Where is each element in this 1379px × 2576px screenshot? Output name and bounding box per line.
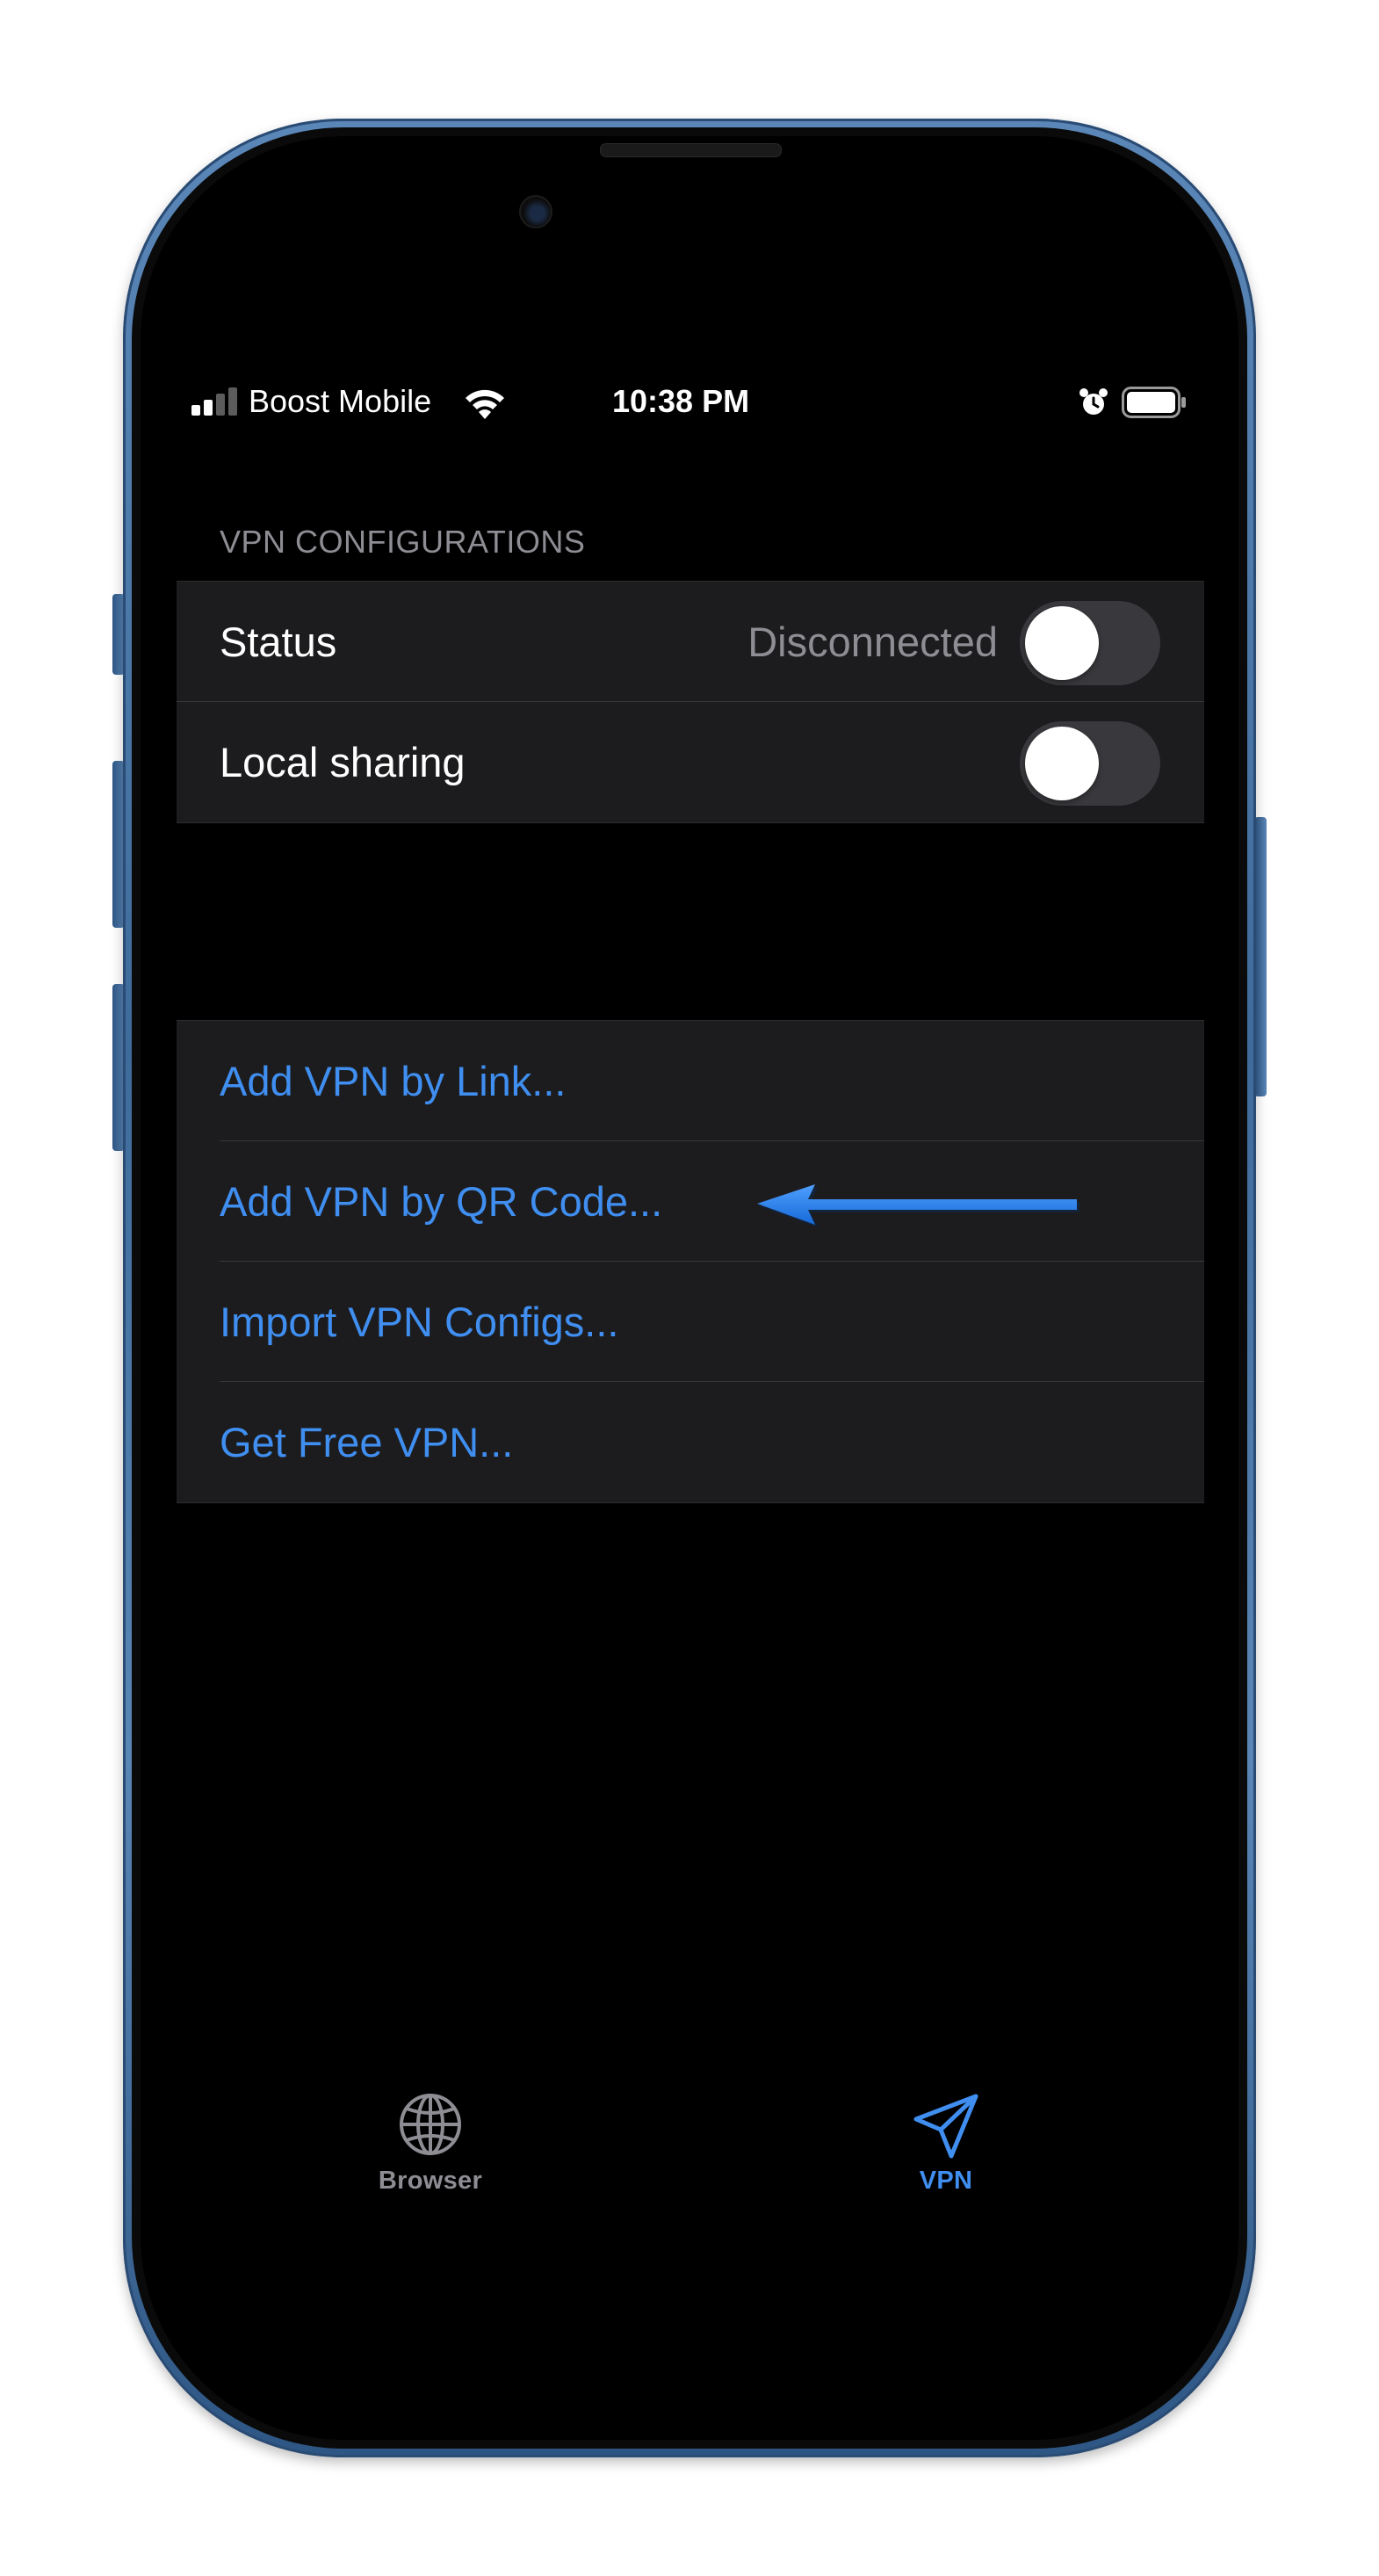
- globe-icon: [400, 2094, 461, 2155]
- add-vpn-by-qr-code-button[interactable]: Add VPN by QR Code...: [220, 1177, 662, 1226]
- tab-vpn[interactable]: VPN: [876, 2091, 1016, 2196]
- local-sharing-row: Local sharing: [177, 702, 1204, 822]
- status-value: Disconnected: [747, 619, 998, 665]
- get-free-vpn-button[interactable]: Get Free VPN...: [220, 1418, 513, 1466]
- import-vpn-configs-row[interactable]: Import VPN Configs...: [177, 1262, 1204, 1382]
- status-row: Status Disconnected: [177, 582, 1204, 702]
- import-vpn-configs-button[interactable]: Import VPN Configs...: [220, 1298, 619, 1346]
- page: Boost Mobile 10:38 PM VPN CONFIGURATIONS…: [0, 0, 1379, 2576]
- left-arrow-icon: [757, 1184, 1079, 1227]
- power-button: [1254, 817, 1267, 1096]
- toggle-knob: [1025, 727, 1099, 800]
- tab-vpn-label: VPN: [919, 2167, 973, 2195]
- tab-browser-label: Browser: [378, 2167, 483, 2195]
- paper-plane-icon: [913, 2094, 978, 2159]
- vpn-status-group: Status Disconnected Local sharing: [177, 581, 1204, 823]
- section-header: VPN CONFIGURATIONS: [220, 524, 586, 560]
- status-label: Status: [220, 619, 337, 665]
- vpn-actions-group: Add VPN by Link... Add VPN by QR Code...…: [177, 1020, 1204, 1503]
- add-vpn-by-link-button[interactable]: Add VPN by Link...: [220, 1057, 566, 1105]
- add-vpn-by-link-row[interactable]: Add VPN by Link...: [177, 1021, 1204, 1141]
- front-camera: [519, 195, 552, 228]
- local-sharing-toggle[interactable]: [1020, 721, 1160, 806]
- tab-browser[interactable]: Browser: [360, 2091, 501, 2196]
- get-free-vpn-row[interactable]: Get Free VPN...: [177, 1382, 1204, 1502]
- toggle-knob: [1025, 606, 1099, 680]
- status-toggle[interactable]: [1020, 601, 1160, 685]
- earpiece-speaker: [600, 143, 782, 157]
- local-sharing-label: Local sharing: [220, 739, 466, 785]
